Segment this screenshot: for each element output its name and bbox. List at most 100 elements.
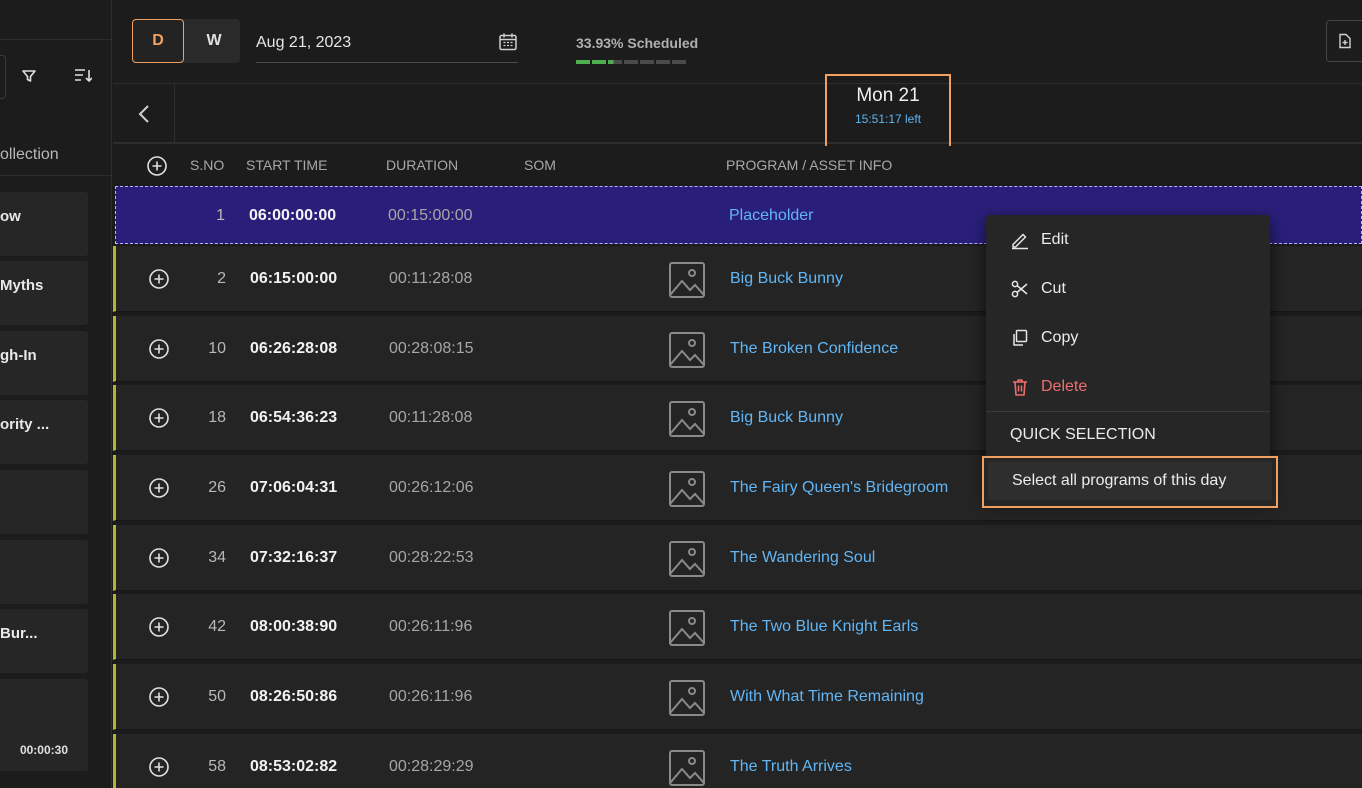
row-program-title[interactable]: Big Buck Bunny (730, 409, 843, 427)
row-sno: 50 (208, 688, 226, 705)
image-placeholder-icon (669, 262, 705, 298)
column-sno: S.NO (190, 157, 225, 173)
week-view-button[interactable]: W (188, 19, 240, 63)
asset-card[interactable]: Bur... (0, 609, 88, 673)
row-duration: 00:28:29:29 (389, 758, 474, 775)
scissors-icon (1011, 280, 1028, 298)
asset-card[interactable]: Myths (0, 261, 88, 325)
row-duration: 00:15:00:00 (388, 207, 473, 224)
scheduler-app: ollection ow Myths gh-In ority ... Bur..… (0, 0, 1362, 788)
pencil-icon (1012, 233, 1028, 250)
search-field-edge[interactable] (0, 55, 6, 99)
menu-item-delete[interactable]: Delete (986, 364, 1270, 410)
scheduled-bar-segment (608, 60, 622, 64)
row-duration: 00:11:28:08 (389, 270, 473, 287)
table-row[interactable]: 42 08:00:38:90 00:26:11:96 The Two Blue … (113, 594, 1362, 660)
asset-card-title: ow (0, 208, 21, 225)
asset-card-duration: 00:00:30 (19, 743, 68, 757)
asset-card[interactable]: ow (0, 192, 88, 256)
add-circle-icon[interactable] (148, 756, 170, 778)
row-sno: 18 (208, 409, 226, 426)
scheduled-bar-segment (672, 60, 686, 64)
column-start-time: START TIME (246, 157, 328, 173)
row-program-title[interactable]: With What Time Remaining (730, 688, 924, 706)
row-duration: 00:26:11:96 (389, 688, 473, 705)
column-duration: DURATION (386, 157, 459, 173)
row-sno: 10 (208, 340, 226, 357)
row-start-time: 06:54:36:23 (250, 409, 338, 426)
asset-card[interactable] (0, 540, 88, 604)
image-placeholder-icon (669, 541, 705, 577)
sort-icon (75, 69, 92, 83)
day-indicator[interactable]: Mon 21 15:51:17 left (825, 74, 951, 149)
image-placeholder-icon (669, 680, 705, 716)
menu-item-copy[interactable]: Copy (986, 315, 1270, 361)
add-circle-icon[interactable] (148, 616, 170, 638)
image-placeholder-icon (669, 332, 705, 368)
image-placeholder-icon (669, 401, 705, 437)
asset-card-title: Bur... (0, 625, 38, 642)
select-all-programs-button[interactable]: Select all programs of this day (982, 456, 1278, 508)
scheduled-bar-segment (624, 60, 638, 64)
copy-icon (1013, 329, 1028, 346)
menu-item-label: Copy (1041, 329, 1079, 346)
row-program-title[interactable]: Placeholder (729, 207, 814, 225)
asset-card[interactable]: 00:00:30 (0, 679, 88, 771)
row-program-title[interactable]: The Wandering Soul (730, 549, 875, 567)
collection-tab[interactable]: ollection (0, 140, 112, 176)
sort-button[interactable] (68, 61, 98, 91)
add-circle-icon[interactable] (148, 407, 170, 429)
sidebar-toolbar (0, 55, 112, 99)
asset-card[interactable]: ority ... (0, 400, 88, 464)
export-button[interactable] (1326, 20, 1362, 62)
row-sno: 34 (208, 549, 226, 566)
row-sno: 2 (217, 270, 226, 287)
time-left-label: 15:51:17 left (854, 112, 922, 126)
row-start-time: 07:06:04:31 (250, 479, 338, 496)
trash-icon (1013, 379, 1027, 396)
image-placeholder-icon (669, 471, 705, 507)
row-program-title[interactable]: The Fairy Queen's Bridegroom (730, 479, 948, 497)
column-som: SOM (524, 157, 556, 173)
row-sno: 58 (208, 758, 226, 775)
column-header: S.NO START TIME DURATION SOM PROGRAM / A… (113, 146, 1362, 184)
add-circle-icon[interactable] (148, 268, 170, 290)
row-start-time: 08:26:50:86 (250, 688, 338, 705)
calendar-icon[interactable] (498, 32, 518, 52)
add-circle-icon[interactable] (148, 547, 170, 569)
menu-item-label: Select all programs of this day (1012, 472, 1227, 489)
add-circle-icon[interactable] (148, 338, 170, 360)
scheduled-bar-segment (656, 60, 670, 64)
menu-item-cut[interactable]: Cut (986, 266, 1270, 312)
row-start-time: 08:53:02:82 (250, 758, 338, 775)
view-mode-toggle: D W (132, 19, 240, 63)
row-start-time: 07:32:16:37 (250, 549, 338, 566)
context-menu: Edit Cut Copy Delete QUICK SELECTION Sel… (982, 215, 1278, 508)
asset-card[interactable]: gh-In (0, 331, 88, 395)
filter-icon (22, 70, 36, 82)
asset-card[interactable] (0, 470, 88, 534)
add-circle-icon[interactable] (148, 477, 170, 499)
day-view-button[interactable]: D (132, 19, 184, 63)
add-circle-icon[interactable] (148, 686, 170, 708)
add-circle-icon[interactable] (146, 155, 168, 177)
previous-day-button[interactable] (113, 84, 175, 144)
row-program-title[interactable]: The Two Blue Knight Earls (730, 618, 918, 636)
table-row[interactable]: 58 08:53:02:82 00:28:29:29 The Truth Arr… (113, 734, 1362, 788)
row-duration: 00:28:22:53 (389, 549, 474, 566)
collection-label: ollection (0, 146, 59, 163)
row-program-title[interactable]: The Truth Arrives (730, 758, 852, 776)
row-program-title[interactable]: Big Buck Bunny (730, 270, 843, 288)
scheduled-bar (576, 60, 698, 64)
image-placeholder-icon (669, 750, 705, 786)
scheduled-bar-segment (576, 60, 590, 64)
filter-button[interactable] (14, 61, 44, 91)
menu-item-label: Cut (1041, 280, 1066, 297)
date-picker-field[interactable]: Aug 21, 2023 (256, 22, 518, 63)
menu-item-label: Delete (1041, 378, 1088, 395)
row-duration: 00:28:08:15 (389, 340, 474, 357)
menu-item-edit[interactable]: Edit (986, 217, 1270, 263)
table-row[interactable]: 50 08:26:50:86 00:26:11:96 With What Tim… (113, 664, 1362, 730)
row-program-title[interactable]: The Broken Confidence (730, 340, 898, 358)
table-row[interactable]: 34 07:32:16:37 00:28:22:53 The Wandering… (113, 525, 1362, 591)
